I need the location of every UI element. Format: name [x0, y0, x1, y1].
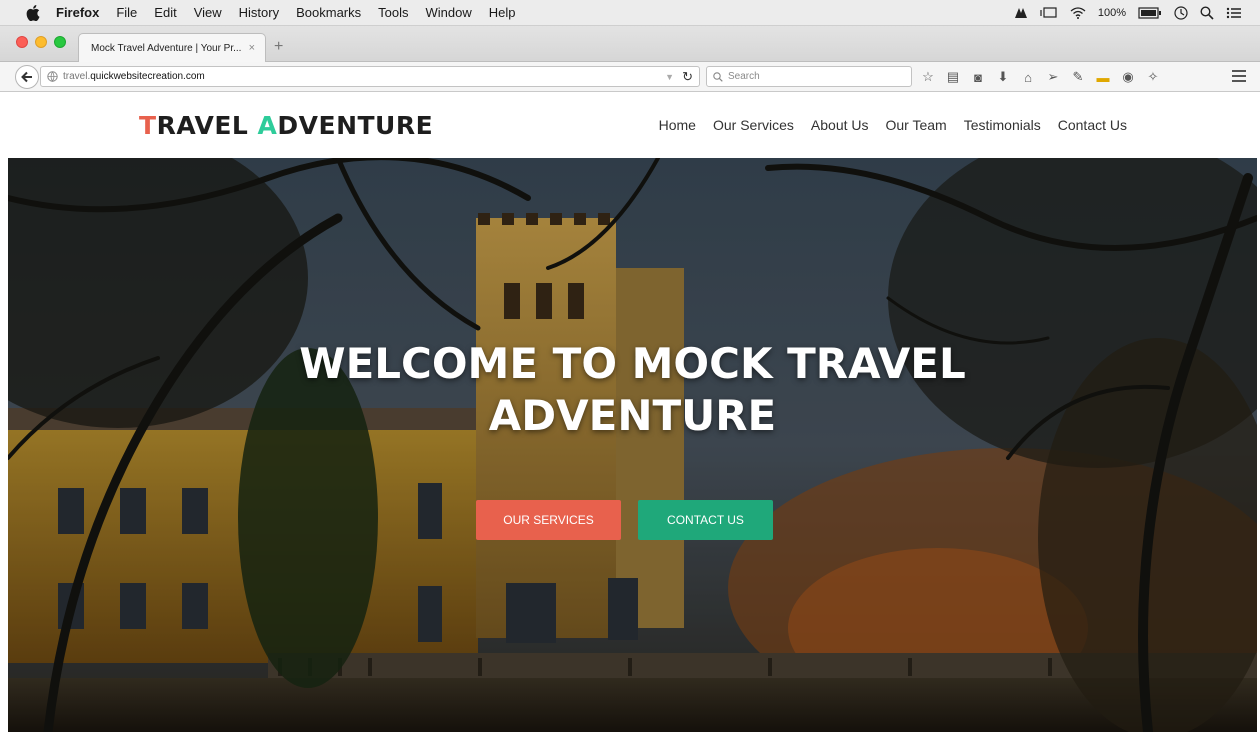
globe-icon[interactable] — [47, 71, 58, 82]
logo-text-ravel: RAVEL — [156, 111, 258, 140]
website-viewport: TRAVEL ADVENTURE Home Our Services About… — [8, 92, 1257, 732]
nav-testimonials[interactable]: Testimonials — [964, 117, 1041, 133]
home-icon[interactable]: ⌂ — [1020, 69, 1036, 85]
menu-file[interactable]: File — [116, 5, 137, 20]
airplay-icon[interactable] — [1040, 6, 1058, 19]
tab-title: Mock Travel Adventure | Your Pr... — [91, 42, 242, 54]
close-window-button[interactable] — [16, 36, 28, 48]
site-logo[interactable]: TRAVEL ADVENTURE — [139, 111, 433, 140]
menu-help[interactable]: Help — [489, 5, 516, 20]
logo-text-dventure: DVENTURE — [277, 111, 434, 140]
browser-navbar: travel. quickwebsitecreation.com ▼ ↻ Sear… — [0, 62, 1260, 92]
our-services-button[interactable]: OUR SERVICES — [476, 500, 621, 540]
site-header: TRAVEL ADVENTURE Home Our Services About… — [8, 92, 1257, 158]
hero-section: WELCOME TO MOCK TRAVEL ADVENTURE OUR SER… — [8, 158, 1257, 732]
contact-us-button[interactable]: CONTACT US — [638, 500, 773, 540]
tab-strip: Mock Travel Adventure | Your Pr... × + — [0, 26, 1260, 62]
nav-our-team[interactable]: Our Team — [886, 117, 947, 133]
zoom-window-button[interactable] — [54, 36, 66, 48]
battery-icon[interactable] — [1138, 6, 1162, 19]
minimize-window-button[interactable] — [35, 36, 47, 48]
nav-home[interactable]: Home — [659, 117, 696, 133]
search-bar[interactable]: Search — [706, 66, 912, 87]
dropper-icon[interactable]: ✎ — [1070, 69, 1086, 85]
nav-our-services[interactable]: Our Services — [713, 117, 794, 133]
browser-tab-active[interactable]: Mock Travel Adventure | Your Pr... × — [78, 33, 266, 62]
wifi-icon[interactable] — [1070, 6, 1086, 19]
nav-about-us[interactable]: About Us — [811, 117, 869, 133]
status-area: 100% — [1002, 5, 1242, 20]
menu-bookmarks[interactable]: Bookmarks — [296, 5, 361, 20]
url-dropdown-icon[interactable]: ▼ — [665, 72, 674, 82]
os-menubar: Firefox File Edit View History Bookmarks… — [0, 0, 1260, 26]
search-icon — [713, 71, 723, 82]
hero-background-image — [8, 158, 1257, 732]
menu-tools[interactable]: Tools — [378, 5, 408, 20]
new-tab-button[interactable]: + — [274, 38, 283, 56]
tab-close-icon[interactable]: × — [249, 42, 255, 54]
hero-buttons: OUR SERVICES CONTACT US — [8, 500, 1257, 540]
apple-icon[interactable] — [26, 4, 40, 21]
hero-title-line1: WELCOME TO MOCK TRAVEL — [299, 339, 966, 388]
bookmark-star-icon[interactable]: ☆ — [920, 69, 936, 85]
menu-edit[interactable]: Edit — [154, 5, 176, 20]
menu-app-firefox[interactable]: Firefox — [56, 5, 99, 20]
reading-list-icon[interactable]: ▤ — [945, 69, 961, 85]
menu-window[interactable]: Window — [426, 5, 472, 20]
pocket-icon[interactable]: ◙ — [970, 69, 986, 85]
notification-center-icon[interactable] — [1226, 7, 1242, 19]
logo-letter-t: T — [139, 111, 157, 140]
reload-icon[interactable]: ↻ — [682, 69, 693, 85]
url-bar[interactable]: travel. quickwebsitecreation.com ▼ ↻ — [40, 66, 700, 87]
battery-percent: 100% — [1097, 6, 1126, 19]
plugin-icon[interactable]: ✧ — [1145, 69, 1161, 85]
time-machine-icon[interactable] — [1174, 5, 1188, 20]
adobe-icon[interactable] — [1014, 7, 1028, 19]
url-domain: quickwebsitecreation.com — [90, 71, 205, 82]
window-controls — [16, 36, 73, 48]
downloads-icon[interactable]: ⬇ — [995, 69, 1011, 85]
menu-view[interactable]: View — [194, 5, 222, 20]
hero-title-line2: ADVENTURE — [488, 391, 777, 440]
site-nav: Home Our Services About Us Our Team Test… — [642, 117, 1127, 133]
search-placeholder: Search — [728, 71, 760, 82]
chat-icon[interactable]: ◉ — [1120, 69, 1136, 85]
logo-letter-a: A — [257, 111, 278, 140]
url-subdomain: travel. — [63, 71, 91, 82]
nav-contact-us[interactable]: Contact Us — [1058, 117, 1127, 133]
hero-title: WELCOME TO MOCK TRAVEL ADVENTURE — [8, 338, 1257, 442]
menu-history[interactable]: History — [239, 5, 279, 20]
toolbar-icons: ☆ ▤ ◙ ⬇ ⌂ ➢ ✎ ▬ ◉ ✧ — [920, 69, 1170, 85]
spotlight-search-icon[interactable] — [1200, 5, 1214, 20]
menu-hamburger-icon[interactable] — [1232, 70, 1246, 82]
back-arrow-icon — [21, 71, 32, 82]
back-button[interactable] — [15, 64, 39, 89]
extension-icon[interactable]: ▬ — [1095, 69, 1111, 85]
send-icon[interactable]: ➢ — [1045, 69, 1061, 85]
